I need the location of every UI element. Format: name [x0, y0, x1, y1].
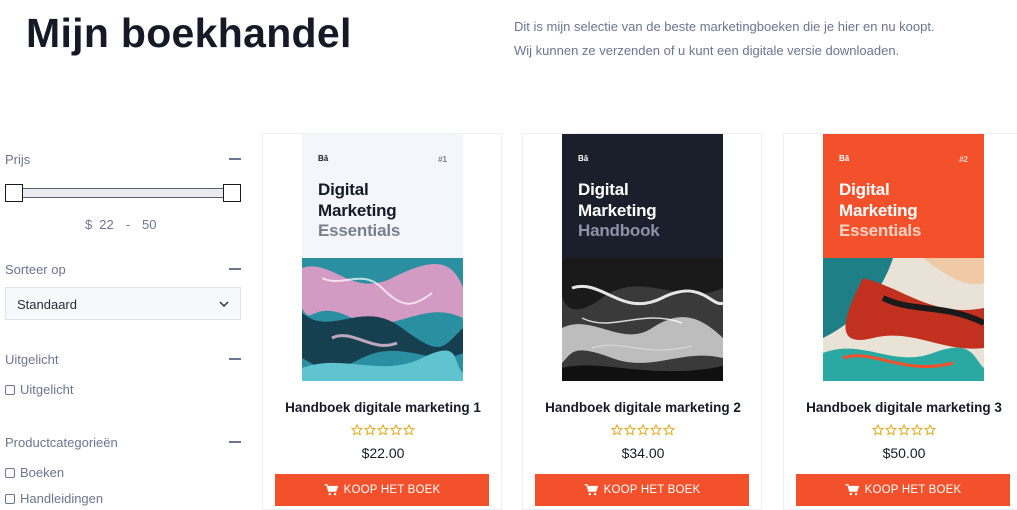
star-icon — [898, 424, 910, 436]
cover-brand: Bā — [839, 154, 850, 163]
star-icon — [364, 424, 376, 436]
star-icon — [924, 424, 936, 436]
page-title: Mijn boekhandel — [26, 10, 352, 56]
star-icon — [403, 424, 415, 436]
sort-select[interactable]: Standaard — [5, 287, 241, 320]
rating-stars — [351, 424, 415, 438]
star-icon — [351, 424, 363, 436]
cover-title-line-3: Handbook — [578, 221, 660, 240]
cover-brand: Bā — [578, 154, 589, 163]
featured-filter: Uitgelicht — [5, 352, 241, 372]
star-icon — [885, 424, 897, 436]
product-card[interactable]: Bā Digital Marketing Handbook Handboek d… — [522, 133, 762, 510]
cover-top: Bā #2 Digital Marketing Essentials — [823, 134, 984, 258]
collapse-icon[interactable] — [229, 358, 241, 360]
rating-stars — [872, 424, 936, 438]
cover-artwork — [302, 258, 463, 381]
cover-top: Bā Digital Marketing Handbook — [562, 134, 723, 258]
range-separator: - — [125, 217, 131, 232]
cart-icon — [845, 484, 859, 496]
price-filter: Prijs — [5, 152, 241, 172]
product-title[interactable]: Handboek digitale marketing 3 — [784, 400, 1017, 415]
sort-selected-value: Standaard — [17, 297, 77, 312]
cover-title-line-3: Essentials — [839, 221, 922, 240]
buy-book-button[interactable]: KOOP HET BOEK — [535, 474, 749, 506]
product-title[interactable]: Handboek digitale marketing 2 — [523, 400, 763, 415]
product-title[interactable]: Handboek digitale marketing 1 — [263, 400, 503, 415]
product-price: $22.00 — [361, 445, 405, 461]
star-icon — [663, 424, 675, 436]
featured-filter-label: Uitgelicht — [5, 352, 59, 367]
collapse-icon[interactable] — [229, 268, 241, 270]
cover-number: #1 — [438, 155, 447, 164]
featured-option-label: Uitgelicht — [20, 382, 74, 397]
cover-artwork — [562, 258, 723, 381]
cover-title-line-2: Marketing — [318, 201, 397, 220]
star-icon — [650, 424, 662, 436]
cover-number: #2 — [959, 155, 968, 164]
cart-icon — [324, 484, 338, 496]
slider-handle-min[interactable] — [5, 184, 23, 202]
buy-button-label: KOOP HET BOEK — [864, 484, 962, 496]
buy-book-button[interactable]: KOOP HET BOEK — [275, 474, 489, 506]
book-cover-image[interactable]: Bā #1 Digital Marketing Essentials — [302, 134, 463, 381]
checkbox-box[interactable] — [5, 384, 15, 395]
intro-line-2: Wij kunnen ze verzenden of u kunt een di… — [514, 43, 900, 58]
product-card[interactable]: Bā #1 Digital Marketing Essentials Handb… — [262, 133, 502, 510]
intro-text: Dit is mijn selectie van de beste market… — [514, 15, 994, 63]
price-range-slider[interactable] — [5, 184, 241, 202]
cover-title-line-1: Digital — [318, 180, 369, 199]
intro-line-1: Dit is mijn selectie van de beste market… — [514, 19, 935, 34]
category-option-label: Handleidingen — [20, 491, 104, 506]
cover-title-line-2: Marketing — [839, 201, 918, 220]
price-filter-label: Prijs — [5, 152, 31, 167]
cover-title-line-3: Essentials — [318, 221, 401, 240]
cover-artwork — [823, 258, 984, 381]
collapse-icon[interactable] — [229, 441, 241, 443]
cover-brand: Bā — [318, 154, 329, 163]
buy-button-label: KOOP HET BOEK — [343, 484, 441, 496]
cover-title-line-1: Digital — [839, 180, 890, 199]
featured-checkbox[interactable]: Uitgelicht — [5, 382, 73, 397]
product-price: $34.00 — [621, 445, 665, 461]
collapse-icon[interactable] — [229, 158, 241, 160]
cover-title-line-1: Digital — [578, 180, 629, 199]
book-cover-image[interactable]: Bā #2 Digital Marketing Essentials — [823, 134, 984, 381]
chevron-down-icon — [219, 301, 229, 307]
price-max-value: 50 — [142, 217, 157, 232]
book-cover-image[interactable]: Bā Digital Marketing Handbook — [562, 134, 723, 381]
category-filter-label: Productcategorieën — [5, 435, 118, 450]
sort-filter: Sorteer op — [5, 262, 241, 282]
star-icon — [872, 424, 884, 436]
star-icon — [637, 424, 649, 436]
category-filter: Productcategorieën — [5, 435, 241, 455]
slider-track[interactable] — [9, 188, 237, 198]
rating-stars — [611, 424, 675, 438]
star-icon — [911, 424, 923, 436]
buy-button-label: KOOP HET BOEK — [603, 484, 701, 496]
star-icon — [611, 424, 623, 436]
star-icon — [377, 424, 389, 436]
cover-title-line-2: Marketing — [578, 201, 657, 220]
category-checkbox-handleidingen[interactable]: Handleidingen — [5, 491, 103, 506]
cover-top: Bā #1 Digital Marketing Essentials — [302, 134, 463, 258]
checkbox-box[interactable] — [5, 467, 15, 478]
sort-filter-label: Sorteer op — [5, 262, 66, 277]
category-option-label: Boeken — [20, 465, 65, 480]
cart-icon — [584, 484, 598, 496]
price-min-value: 22 — [99, 217, 114, 232]
product-card[interactable]: Bā #2 Digital Marketing Essentials Handb… — [783, 133, 1017, 510]
category-checkbox-boeken[interactable]: Boeken — [5, 465, 64, 480]
star-icon — [390, 424, 402, 436]
product-price: $50.00 — [882, 445, 926, 461]
buy-book-button[interactable]: KOOP HET BOEK — [796, 474, 1010, 506]
checkbox-box[interactable] — [5, 493, 15, 504]
slider-handle-max[interactable] — [223, 184, 241, 202]
currency-symbol: $ — [85, 217, 93, 232]
price-range-readout: $22-50 — [85, 217, 157, 232]
star-icon — [624, 424, 636, 436]
